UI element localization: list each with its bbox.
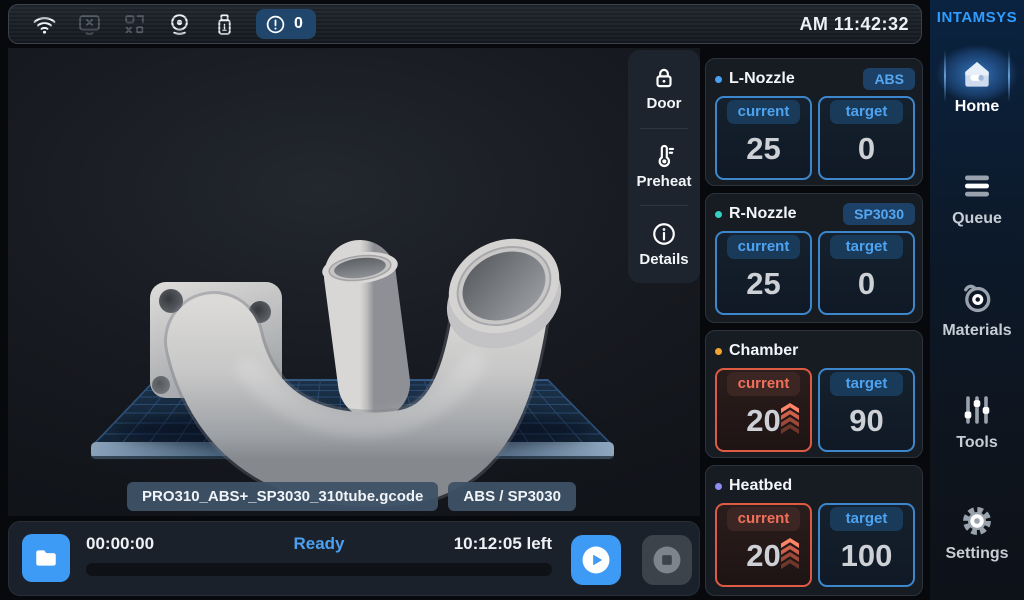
alert-icon [265,14,286,35]
rnozzle-current-value: 25 [717,266,810,302]
details-label: Details [639,251,688,268]
sidebar-item-label: Queue [952,210,1002,228]
settings-gear-icon [959,503,995,539]
usb-drive-icon[interactable] [211,11,238,38]
stop-print-button[interactable] [642,535,692,585]
chamber-current-card[interactable]: current 20 [715,368,812,452]
door-label: Door [647,95,682,112]
sidebar-item-materials[interactable]: Materials [930,280,1024,366]
lnozzle-material-badge: ABS [863,68,915,90]
rnozzle-target-value: 0 [820,266,913,302]
details-button[interactable]: Details [628,205,700,283]
stop-icon [650,543,684,577]
preheat-label: Preheat [636,173,691,190]
sidebar-item-home[interactable]: Home [930,56,1024,142]
chamber-target-card[interactable]: target 90 [818,368,915,452]
lnozzle-title: L-Nozzle [729,70,863,88]
chamber-target-value: 90 [820,403,913,439]
lnozzle-panel[interactable]: L-Nozzle ABS current 25 target 0 [705,58,923,186]
current-label: current [727,100,800,124]
print-status-row: 00:00:00 Ready 10:12:05 left [86,534,552,558]
material-combo-chip: ABS / SP3030 [448,482,576,511]
time-remaining: 10:12:05 left [454,534,552,554]
rnozzle-title: R-Nozzle [729,205,843,223]
heating-up-icon [781,406,799,434]
preheat-button[interactable]: Preheat [628,128,700,206]
heatbed-dot [715,483,722,490]
lock-icon [651,65,677,91]
heatbed-current-card[interactable]: current 20 [715,503,812,587]
status-icons: 0 [31,5,316,43]
heatbed-title: Heatbed [729,477,915,495]
target-label: target [830,372,903,396]
sidebar-item-label: Materials [942,322,1011,340]
model-viewport[interactable]: INTAMSYS [8,48,700,516]
sidebar-item-tools[interactable]: Tools [930,392,1024,478]
target-label: target [830,235,903,259]
chamber-panel[interactable]: Chamber current 20 target 90 [705,330,923,458]
heatbed-panel[interactable]: Heatbed current 20 target 100 [705,465,923,596]
rnozzle-material-badge: SP3030 [843,203,915,225]
network-nodes-off-icon[interactable] [121,11,148,38]
brand-logo: INTAMSYS [930,9,1024,26]
alert-count: 0 [294,15,303,33]
sidebar-item-label: Tools [956,434,997,452]
heatbed-target-value: 100 [820,538,913,574]
current-label: current [727,507,800,531]
home-icon [959,56,995,92]
model-tube-part [150,222,577,460]
print-preview-3d: INTAMSYS [8,48,700,516]
target-label: target [830,507,903,531]
sidebar-item-label: Home [955,98,999,116]
rnozzle-dot [715,211,722,218]
clock-time: AM 11:42:32 [799,5,909,43]
camera-icon[interactable] [166,11,193,38]
thermometer-icon [651,143,677,169]
lnozzle-current-value: 25 [717,131,810,167]
lnozzle-current-card[interactable]: current 25 [715,96,812,180]
target-label: target [830,100,903,124]
quick-actions-panel: Door Preheat Details [628,50,700,283]
sidebar-item-queue[interactable]: Queue [930,168,1024,254]
printer-home-screen: 0 AM 11:42:32 INTAMSYS Home [0,0,1024,600]
screen-disconnected-icon[interactable] [76,11,103,38]
folder-icon [33,545,59,571]
chamber-dot [715,348,722,355]
info-icon [651,221,677,247]
start-print-button[interactable] [571,535,621,585]
job-info-chips: PRO310_ABS+_SP3030_310tube.gcode ABS / S… [127,482,576,511]
materials-spool-icon [959,280,995,316]
print-control-bar: 00:00:00 Ready 10:12:05 left [8,521,700,596]
alert-badge[interactable]: 0 [256,9,316,39]
lnozzle-target-card[interactable]: target 0 [818,96,915,180]
rnozzle-panel[interactable]: R-Nozzle SP3030 current 25 target 0 [705,193,923,323]
file-browser-button[interactable] [22,534,70,582]
gcode-filename-chip: PRO310_ABS+_SP3030_310tube.gcode [127,482,438,511]
sidebar-nav: INTAMSYS Home Queue [930,0,1024,600]
heating-up-icon [781,541,799,569]
temperature-panels: L-Nozzle ABS current 25 target 0 R-Nozzl… [705,58,923,596]
rnozzle-current-card[interactable]: current 25 [715,231,812,315]
rnozzle-target-card[interactable]: target 0 [818,231,915,315]
play-icon [579,543,613,577]
heatbed-target-card[interactable]: target 100 [818,503,915,587]
door-button[interactable]: Door [628,50,700,128]
queue-icon [959,168,995,204]
sidebar-item-label: Settings [945,545,1008,563]
lnozzle-target-value: 0 [820,131,913,167]
chamber-title: Chamber [729,342,915,360]
status-bar: 0 AM 11:42:32 [8,4,922,44]
current-label: current [727,235,800,259]
tools-sliders-icon [959,392,995,428]
current-label: current [727,372,800,396]
lnozzle-dot [715,76,722,83]
sidebar-item-settings[interactable]: Settings [930,503,1024,589]
print-progress-bar [86,563,552,576]
wifi-icon[interactable] [31,11,58,38]
